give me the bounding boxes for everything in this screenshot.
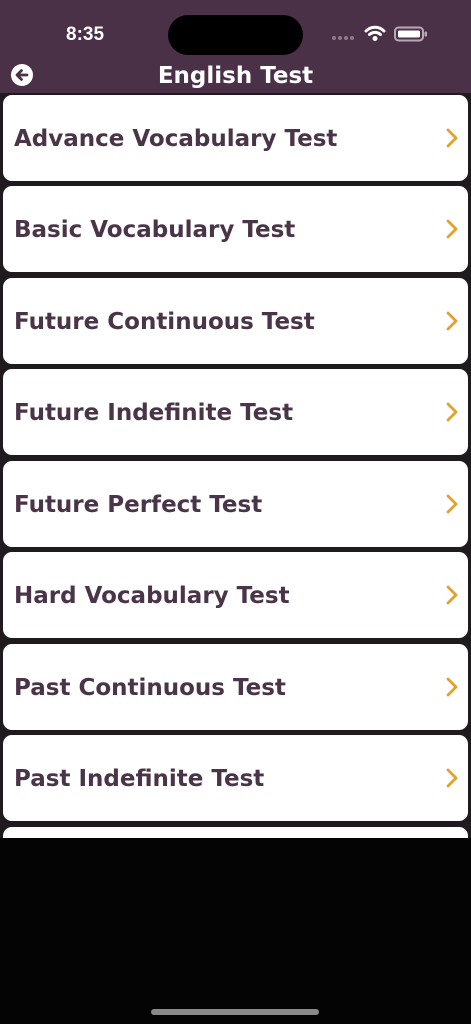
test-list-item[interactable]: Hard Vocabulary Test [3, 552, 468, 638]
test-list-item[interactable]: Past Indefinite Test [3, 735, 468, 821]
test-list-item-label: Future Perfect Test [14, 492, 263, 518]
chevron-right-icon [446, 128, 458, 148]
test-list-item[interactable]: Future Perfect Test [3, 461, 468, 547]
test-list-item-label: Past Continuous Test [14, 675, 286, 701]
chevron-right-icon [446, 219, 458, 239]
test-list-item[interactable]: Basic Vocabulary Test [3, 186, 468, 272]
chevron-right-icon [446, 585, 458, 605]
battery-icon [394, 26, 427, 42]
test-list-item-label: Advance Vocabulary Test [14, 126, 338, 152]
empty-bottom-area [0, 838, 471, 1024]
chevron-right-icon [446, 768, 458, 788]
chevron-right-icon [446, 494, 458, 514]
test-list-item-label: Future Indefinite Test [14, 400, 294, 426]
wifi-icon [364, 25, 386, 41]
test-list-item-label: Past Indefinite Test [14, 766, 265, 792]
back-button[interactable] [10, 63, 34, 87]
home-indicator[interactable] [151, 1009, 319, 1015]
test-list-item-partial[interactable] [3, 827, 468, 838]
test-list-item-label: Hard Vocabulary Test [14, 583, 290, 609]
chevron-right-icon [446, 677, 458, 697]
page-title: English Test [157, 63, 314, 89]
status-time: 8:35 [66, 24, 105, 45]
dynamic-island [168, 15, 303, 55]
back-arrow-circle-icon [11, 64, 33, 86]
english-test-screen: 8:35 English Test Advance Vocabulary Tes… [0, 0, 471, 1024]
test-list-item-label: Future Continuous Test [14, 309, 315, 335]
signal-icon [332, 36, 356, 42]
test-list-item[interactable]: Future Continuous Test [3, 278, 468, 364]
test-list-item[interactable]: Past Continuous Test [3, 644, 468, 730]
test-list-item-label: Basic Vocabulary Test [14, 217, 296, 243]
test-list-item[interactable]: Future Indefinite Test [3, 369, 468, 455]
app-header: 8:35 English Test [0, 0, 471, 93]
test-list: Advance Vocabulary Test Basic Vocabulary… [0, 93, 471, 838]
chevron-right-icon [446, 402, 458, 422]
chevron-right-icon [446, 311, 458, 331]
test-list-item[interactable]: Advance Vocabulary Test [3, 95, 468, 181]
